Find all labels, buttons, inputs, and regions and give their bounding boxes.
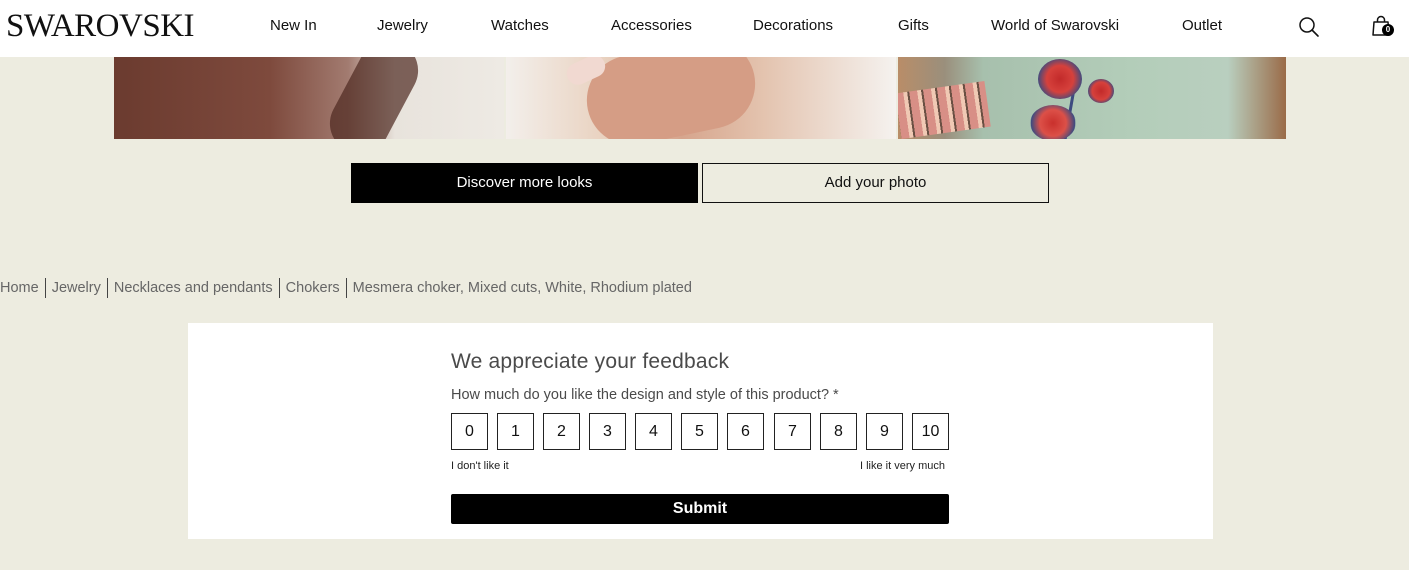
rating-option-7[interactable]: 7 [774, 413, 811, 450]
rating-option-2[interactable]: 2 [543, 413, 580, 450]
rating-option-6[interactable]: 6 [727, 413, 764, 450]
scale-high-label: I like it very much [860, 460, 945, 472]
nav-outlet[interactable]: Outlet [1182, 17, 1222, 35]
scale-low-label: I don't like it [451, 460, 509, 472]
nav-accessories[interactable]: Accessories [611, 17, 692, 35]
breadcrumb-necklaces-and-pendants[interactable]: Necklaces and pendants [106, 278, 279, 298]
shopping-bag-icon[interactable]: 0 [1370, 15, 1396, 39]
breadcrumb-chokers[interactable]: Chokers [278, 278, 346, 298]
rating-option-0[interactable]: 0 [451, 413, 488, 450]
feedback-title: We appreciate your feedback [451, 350, 730, 373]
feedback-question: How much do you like the design and styl… [451, 387, 839, 403]
site-header: SWAROVSKI New In Jewelry Watches Accesso… [0, 0, 1409, 57]
discover-more-looks-button[interactable]: Discover more looks [351, 163, 698, 203]
breadcrumb-home[interactable]: Home [0, 278, 45, 298]
nav-decorations[interactable]: Decorations [753, 17, 833, 35]
breadcrumb: Home Jewelry Necklaces and pendants Chok… [0, 278, 698, 298]
look-image-1[interactable] [114, 57, 504, 139]
rating-option-1[interactable]: 1 [497, 413, 534, 450]
breadcrumb-current-product: Mesmera choker, Mixed cuts, White, Rhodi… [345, 278, 698, 298]
breadcrumb-jewelry[interactable]: Jewelry [44, 278, 107, 298]
rating-option-9[interactable]: 9 [866, 413, 903, 450]
search-icon[interactable] [1298, 16, 1320, 38]
rating-option-4[interactable]: 4 [635, 413, 672, 450]
nav-watches[interactable]: Watches [491, 17, 549, 35]
submit-button[interactable]: Submit [451, 494, 949, 524]
nav-jewelry[interactable]: Jewelry [377, 17, 428, 35]
rating-option-5[interactable]: 5 [681, 413, 718, 450]
add-your-photo-button[interactable]: Add your photo [702, 163, 1049, 203]
look-image-2[interactable] [506, 57, 896, 139]
nav-gifts[interactable]: Gifts [898, 17, 929, 35]
swarovski-logo[interactable]: SWAROVSKI [6, 10, 195, 43]
cart-count-badge: 0 [1382, 24, 1394, 36]
nav-new-in[interactable]: New In [270, 17, 317, 35]
rating-option-3[interactable]: 3 [589, 413, 626, 450]
rating-option-8[interactable]: 8 [820, 413, 857, 450]
look-image-3[interactable] [898, 57, 1286, 139]
nav-world-of-swarovski[interactable]: World of Swarovski [991, 17, 1119, 35]
rating-option-10[interactable]: 10 [912, 413, 949, 450]
